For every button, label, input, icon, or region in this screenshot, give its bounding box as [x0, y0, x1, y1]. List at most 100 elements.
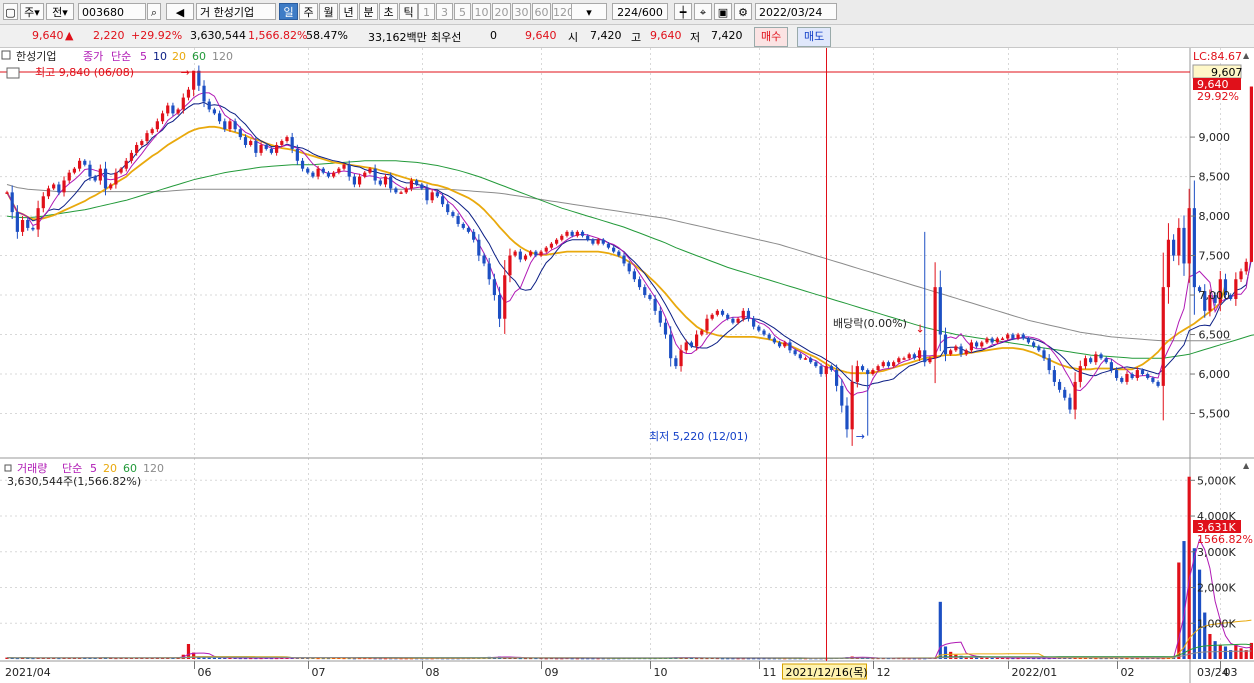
candle-body — [57, 184, 61, 193]
speaker-icon[interactable]: ◀ — [166, 3, 194, 20]
candle-body — [264, 144, 268, 149]
candle-body — [835, 370, 839, 386]
candle-body — [881, 362, 885, 367]
candle-body — [192, 70, 196, 90]
count-field[interactable]: 224/600 — [612, 3, 668, 20]
up-arrow-icon: ▲ — [65, 29, 74, 42]
candle-body — [259, 144, 263, 153]
period-tab[interactable]: 초 — [379, 3, 398, 20]
candle-body — [36, 208, 40, 230]
candle-body — [746, 310, 751, 319]
candle-icon[interactable]: ┿ — [674, 3, 692, 20]
volume-bar — [1239, 648, 1243, 659]
candle-body — [103, 168, 108, 189]
candle-body — [752, 318, 756, 327]
minute-tab[interactable]: 30 — [512, 3, 531, 20]
search-icon[interactable]: ⌕ — [147, 3, 161, 20]
x-start-label: 2021/04 — [5, 666, 51, 679]
minute-tab[interactable]: 1 — [418, 3, 435, 20]
volume-tick-label: 3,000K — [1197, 546, 1236, 559]
candle-body — [135, 144, 139, 153]
period-tab[interactable]: 주 — [299, 3, 318, 20]
period-tab[interactable]: 년 — [339, 3, 358, 20]
candle-body — [472, 231, 476, 240]
candle-body — [342, 164, 346, 169]
minute-tab[interactable]: 3 — [436, 3, 453, 20]
volume-info: 3,630,544주(1,566.82%) — [7, 475, 141, 488]
candle-body — [954, 346, 958, 351]
candle-body — [809, 358, 813, 363]
candle-body — [332, 172, 336, 177]
date-field[interactable]: 2022/03/24 — [755, 3, 837, 20]
candle-body — [1063, 389, 1067, 398]
volume-legend-ma120: 120 — [143, 462, 164, 475]
candle-body — [783, 342, 787, 347]
candle-body — [513, 251, 517, 256]
scroll-up-icon[interactable]: ▲ — [1243, 51, 1250, 60]
candle-body — [1244, 261, 1248, 272]
sell-button[interactable]: 매도 — [797, 27, 832, 47]
minute-tab[interactable]: 20 — [492, 3, 511, 20]
priority-value: 0 — [490, 29, 497, 42]
toolbar: ▢ 주▾ 전▾ 003680 ⌕ ◀ 거 한성기업 일주월년분초틱 1 3 5 10 2… — [0, 0, 1254, 25]
low-arrow-icon: → — [856, 430, 865, 443]
candle-body — [892, 362, 896, 367]
volume-scroll-icon[interactable]: ▲ — [1243, 461, 1250, 470]
candle-body — [1047, 358, 1051, 371]
candle-body — [695, 334, 699, 347]
candle-body — [933, 287, 937, 359]
candle-body — [497, 295, 502, 319]
period-tab[interactable]: 분 — [359, 3, 378, 20]
volume-bar — [1187, 476, 1191, 659]
stock-chart[interactable]: 5,500 6,000 6,500 7,000 7,500 8,000 8,500 9,000… — [0, 48, 1254, 683]
candle-body — [1130, 374, 1134, 378]
minute-tab[interactable]: 10 — [472, 3, 491, 20]
code-input[interactable]: 003680 — [78, 3, 146, 20]
candle-body — [166, 105, 170, 114]
crosshair-icon[interactable]: ⌖ — [694, 3, 712, 20]
candle-body — [93, 176, 97, 181]
volume-last-pct: 1566.82% — [1197, 533, 1253, 546]
candle-body — [855, 366, 859, 382]
save-icon[interactable]: ▣ — [714, 3, 732, 20]
minute-tab[interactable]: 5 — [454, 3, 471, 20]
dividend-annotation: 배당락(0.00%) — [833, 317, 907, 330]
period-tab[interactable]: 틱 — [399, 3, 418, 20]
candle-body — [124, 160, 128, 169]
candle-body — [487, 263, 491, 280]
candle-body — [560, 235, 564, 240]
window-menu-icon[interactable]: ▢ — [3, 3, 18, 20]
stock-name-field[interactable]: 거 한성기업 — [196, 3, 276, 20]
buy-button[interactable]: 매수 — [754, 27, 789, 47]
price-tick-label: 8,000 — [1199, 210, 1231, 223]
candle-body — [31, 227, 35, 230]
candle-body — [684, 342, 688, 351]
count-value: 224/600 — [617, 6, 663, 19]
candle-body — [1172, 239, 1176, 256]
prev-button[interactable]: 전▾ — [46, 3, 74, 20]
candle-body — [1052, 370, 1056, 382]
candle-body — [850, 381, 854, 430]
month-tick-label: 06 — [198, 666, 212, 679]
volume-tick-label: 5,000K — [1197, 474, 1236, 487]
candle-body — [492, 279, 496, 296]
candle-body — [1192, 208, 1196, 288]
high-value: 9,640 — [650, 29, 682, 42]
period-tab[interactable]: 월 — [319, 3, 338, 20]
volume-pct: 1,566.82% — [248, 29, 308, 42]
high-arrow-icon: → — [181, 66, 190, 79]
candle-body — [606, 243, 611, 248]
box-c-value: 29.92% — [1197, 90, 1239, 103]
minute-tab[interactable]: 60 — [532, 3, 551, 20]
period-tab[interactable]: 일 — [279, 3, 298, 20]
minute-select[interactable]: ▾ — [571, 3, 607, 20]
candle-body — [145, 133, 149, 142]
candle-body — [306, 168, 310, 173]
candle-body — [378, 180, 382, 185]
grid-table-icon[interactable] — [6, 67, 20, 79]
candle-body — [383, 176, 388, 185]
candle-body — [798, 354, 802, 359]
gear-icon[interactable]: ⚙ — [734, 3, 752, 20]
market-select[interactable]: 주▾ — [20, 3, 44, 20]
candle-body — [544, 247, 548, 252]
